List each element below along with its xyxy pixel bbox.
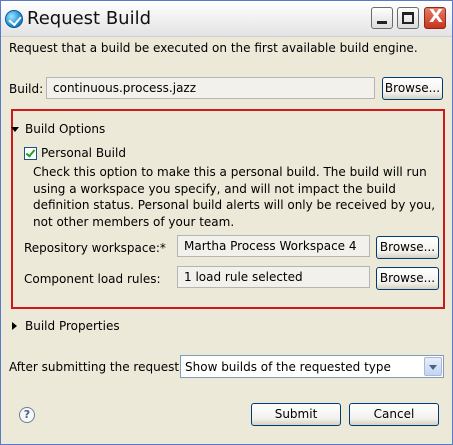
personal-build-checkbox[interactable]: [24, 147, 37, 160]
after-submit-select[interactable]: Show builds of the requested type: [180, 355, 444, 378]
minimize-icon: [377, 21, 387, 24]
checkmark-icon: [25, 147, 36, 158]
repository-workspace-field[interactable]: Martha Process Workspace 4: [177, 235, 370, 257]
build-label: Build:: [9, 82, 44, 96]
app-icon: [5, 10, 23, 28]
chevron-down-icon: [429, 365, 437, 370]
after-submit-label: After submitting the request:: [9, 360, 184, 374]
chevron-right-icon[interactable]: [12, 322, 17, 330]
intro-text: Request that a build be executed on the …: [9, 41, 418, 55]
request-build-dialog: Request Build X Request that a build be …: [0, 0, 453, 445]
repository-workspace-browse-button[interactable]: Browse...: [376, 236, 439, 259]
component-load-rules-browse-button[interactable]: Browse...: [376, 267, 439, 290]
close-icon: X: [429, 6, 443, 27]
component-load-rules-field[interactable]: 1 load rule selected: [177, 266, 370, 288]
build-browse-button[interactable]: Browse...: [382, 77, 443, 100]
dialog-body: Request that a build be executed on the …: [1, 37, 452, 444]
repository-workspace-label: Repository workspace:*: [24, 241, 166, 255]
close-button[interactable]: X: [424, 6, 446, 29]
dropdown-button[interactable]: [424, 357, 442, 376]
maximize-button[interactable]: [397, 7, 419, 29]
personal-build-description: Check this option to make this a persona…: [33, 165, 436, 229]
chevron-down-icon[interactable]: [11, 127, 19, 132]
component-load-rules-label: Component load rules:: [24, 272, 161, 286]
personal-build-label[interactable]: Personal Build: [41, 146, 126, 160]
title-bar[interactable]: Request Build X: [1, 1, 452, 37]
minimize-button[interactable]: [371, 7, 393, 29]
maximize-icon: [402, 12, 414, 24]
submit-button[interactable]: Submit: [251, 403, 341, 426]
build-properties-section-label[interactable]: Build Properties: [25, 319, 120, 333]
build-field[interactable]: continuous.process.jazz: [46, 77, 375, 99]
build-options-section-label[interactable]: Build Options: [25, 122, 105, 136]
cancel-button[interactable]: Cancel: [349, 403, 439, 426]
after-submit-selected-value: Show builds of the requested type: [185, 360, 391, 374]
help-icon[interactable]: ?: [19, 407, 35, 423]
dialog-title: Request Build: [27, 8, 152, 29]
